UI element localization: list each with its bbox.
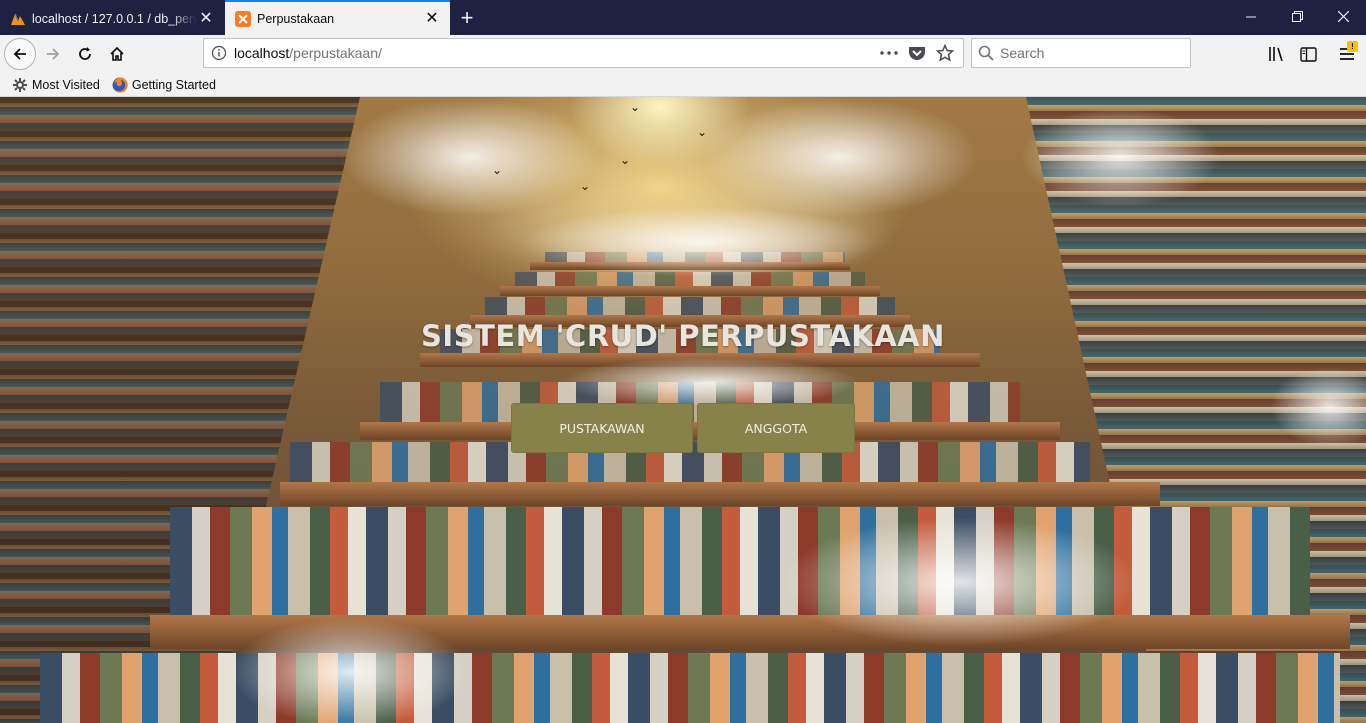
minimize-icon[interactable] bbox=[1228, 0, 1274, 33]
title-bar: localhost / 127.0.0.1 / db_perpustakaan … bbox=[0, 0, 1366, 35]
bird-icon: ⌄ bbox=[630, 100, 641, 114]
background-cloud bbox=[1020, 107, 1220, 207]
home-icon bbox=[110, 46, 124, 61]
background-cloud bbox=[700, 97, 980, 217]
xampp-icon bbox=[235, 10, 251, 27]
bird-icon: ⌄ bbox=[580, 179, 591, 193]
background-books bbox=[170, 507, 1310, 615]
url-bar[interactable]: localhost/perpustakaan/ bbox=[203, 38, 964, 68]
arrow-left-icon bbox=[13, 48, 26, 60]
close-window-icon[interactable] bbox=[1320, 0, 1366, 33]
bookmark-label: Getting Started bbox=[131, 77, 216, 92]
arrow-right-icon bbox=[47, 48, 60, 60]
navigation-toolbar: localhost/perpustakaan/ ! bbox=[0, 35, 1366, 73]
anggota-button[interactable]: ANGGOTA bbox=[697, 403, 855, 453]
info-icon[interactable] bbox=[204, 45, 234, 61]
search-bar[interactable] bbox=[971, 38, 1191, 68]
pustakawan-button[interactable]: PUSTAKAWAN bbox=[511, 403, 693, 453]
library-icon bbox=[1269, 47, 1283, 62]
new-tab-icon[interactable]: + bbox=[452, 2, 482, 33]
background-cloud bbox=[230, 617, 470, 723]
forward-button[interactable] bbox=[38, 39, 68, 69]
close-tab-icon[interactable]: ✕ bbox=[422, 9, 442, 29]
background-cloud bbox=[520, 207, 880, 277]
page-title: SISTEM 'CRUD' PERPUSTAKAAN bbox=[421, 319, 945, 353]
back-button[interactable] bbox=[4, 38, 36, 70]
tab-title: localhost / 127.0.0.1 / db_perpustakaan bbox=[32, 11, 196, 26]
background-cloud bbox=[340, 97, 600, 217]
background-shelf bbox=[500, 286, 880, 296]
reload-button[interactable] bbox=[70, 39, 100, 69]
close-tab-icon[interactable]: ✕ bbox=[196, 9, 216, 29]
bird-icon: ⌄ bbox=[620, 153, 631, 167]
background-shelf bbox=[280, 482, 1160, 506]
bird-icon: ⌄ bbox=[492, 163, 503, 177]
sidebar-button[interactable] bbox=[1293, 39, 1323, 69]
bird-icon: ⌄ bbox=[697, 125, 708, 139]
tab-title: Perpustakaan bbox=[257, 11, 335, 26]
bookmarks-toolbar: Most Visited Getting Started bbox=[0, 73, 1366, 97]
bookmark-most-visited[interactable]: Most Visited bbox=[12, 77, 100, 93]
background-cloud bbox=[560, 357, 860, 407]
search-icon bbox=[972, 45, 1000, 61]
update-badge: ! bbox=[1347, 41, 1358, 52]
menu-button[interactable]: ! bbox=[1332, 39, 1362, 69]
phpmyadmin-icon bbox=[10, 11, 26, 27]
url-text[interactable]: localhost/perpustakaan/ bbox=[234, 45, 877, 61]
page-actions-icon[interactable] bbox=[877, 41, 901, 65]
tab-perpustakaan[interactable]: Perpustakaan ✕ bbox=[225, 0, 450, 35]
url-actions bbox=[877, 41, 963, 65]
background-books bbox=[485, 297, 895, 315]
background-cloud bbox=[780, 517, 1140, 647]
gear-icon bbox=[12, 77, 28, 93]
library-button[interactable] bbox=[1262, 39, 1292, 69]
pocket-icon[interactable] bbox=[905, 41, 929, 65]
tab-phpmyadmin[interactable]: localhost / 127.0.0.1 / db_perpustakaan … bbox=[0, 2, 224, 35]
bookmark-label: Most Visited bbox=[32, 77, 100, 92]
library-hero: ⌄ ⌄ ⌄ ⌄ ⌄ SISTEM 'CRUD' PERPUSTAKAAN PUS… bbox=[0, 97, 1366, 723]
firefox-icon bbox=[112, 76, 128, 93]
bookmark-star-icon[interactable] bbox=[933, 41, 957, 65]
bookmark-getting-started[interactable]: Getting Started bbox=[112, 76, 216, 93]
search-input[interactable] bbox=[1000, 45, 1190, 61]
sidebar-icon bbox=[1299, 46, 1317, 62]
restore-icon[interactable] bbox=[1274, 0, 1320, 33]
home-button[interactable] bbox=[102, 39, 132, 69]
url-path: /perpustakaan/ bbox=[289, 45, 382, 61]
reload-icon bbox=[79, 47, 91, 60]
url-host: localhost bbox=[234, 45, 290, 61]
